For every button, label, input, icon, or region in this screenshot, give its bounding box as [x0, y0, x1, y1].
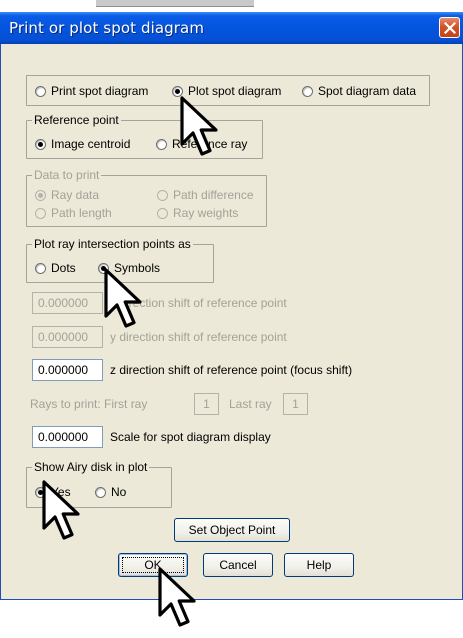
reference-point-legend: Reference point	[32, 113, 121, 127]
rays-first-label: Rays to print: First ray	[30, 397, 148, 411]
title-bar[interactable]: Print or plot spot diagram	[0, 12, 463, 44]
background-strip	[0, 0, 463, 12]
cancel-button[interactable]: Cancel	[203, 553, 273, 577]
radio-label: Spot diagram data	[318, 84, 417, 98]
mouse-pointer-icon	[104, 268, 142, 328]
radio-spot-diagram-data[interactable]: Spot diagram data	[302, 84, 416, 98]
radio-dot	[302, 85, 313, 97]
radio-dot	[35, 262, 46, 274]
radio-path-length[interactable]: Path length	[35, 206, 112, 220]
radio-airy-no[interactable]: No	[95, 485, 126, 499]
radio-dot	[157, 207, 168, 219]
rays-last-label: Last ray	[229, 397, 272, 411]
mouse-pointer-icon	[180, 96, 218, 156]
radio-dot	[35, 207, 46, 219]
z-shift-input[interactable]: 0.000000	[32, 359, 103, 381]
data-to-print-group: Data to print Ray data Path difference P…	[26, 168, 267, 227]
close-button[interactable]	[439, 17, 460, 38]
radio-ray-data[interactable]: Ray data	[35, 188, 99, 202]
radio-path-difference[interactable]: Path difference	[157, 188, 254, 202]
last-ray-input[interactable]: 1	[283, 393, 308, 415]
set-object-point-button[interactable]: Set Object Point	[174, 518, 290, 542]
radio-dot	[35, 138, 46, 150]
help-button[interactable]: Help	[284, 553, 354, 577]
radio-label: Print spot diagram	[51, 84, 149, 98]
close-icon	[444, 22, 456, 34]
y-shift-input[interactable]: 0.000000	[32, 326, 103, 348]
radio-label: Path length	[51, 206, 112, 220]
z-shift-label: z direction shift of reference point (fo…	[110, 363, 353, 377]
dialog-title: Print or plot spot diagram	[9, 19, 205, 37]
radio-label: Image centroid	[51, 137, 131, 151]
airy-disk-legend: Show Airy disk in plot	[32, 460, 150, 474]
mouse-pointer-icon	[158, 567, 196, 627]
radio-label: Ray weights	[173, 206, 239, 220]
radio-dots[interactable]: Dots	[35, 261, 76, 275]
background-tab-bar	[96, 0, 254, 7]
scale-label: Scale for spot diagram display	[110, 430, 271, 444]
radio-dot	[156, 138, 167, 150]
radio-dot	[35, 189, 46, 201]
radio-dot	[95, 486, 106, 498]
radio-image-centroid[interactable]: Image centroid	[35, 137, 130, 151]
plot-points-legend: Plot ray intersection points as	[32, 237, 193, 251]
radio-print-spot-diagram[interactable]: Print spot diagram	[35, 84, 148, 98]
mouse-pointer-icon	[42, 480, 80, 540]
radio-dot	[157, 189, 168, 201]
scale-input[interactable]: 0.000000	[32, 426, 103, 448]
x-shift-input[interactable]: 0.000000	[32, 292, 103, 314]
radio-label: Ray data	[51, 188, 100, 202]
radio-dot	[35, 85, 46, 97]
mode-group: Print spot diagram Plot spot diagram Spo…	[26, 75, 430, 106]
radio-label: Path difference	[173, 188, 254, 202]
radio-ray-weights[interactable]: Ray weights	[157, 206, 238, 220]
first-ray-input[interactable]: 1	[194, 393, 219, 415]
data-to-print-legend: Data to print	[32, 168, 102, 182]
radio-label: No	[111, 485, 127, 499]
radio-dot	[172, 85, 183, 97]
radio-label: Dots	[51, 261, 76, 275]
reference-point-group: Reference point Image centroid Reference…	[26, 113, 263, 159]
